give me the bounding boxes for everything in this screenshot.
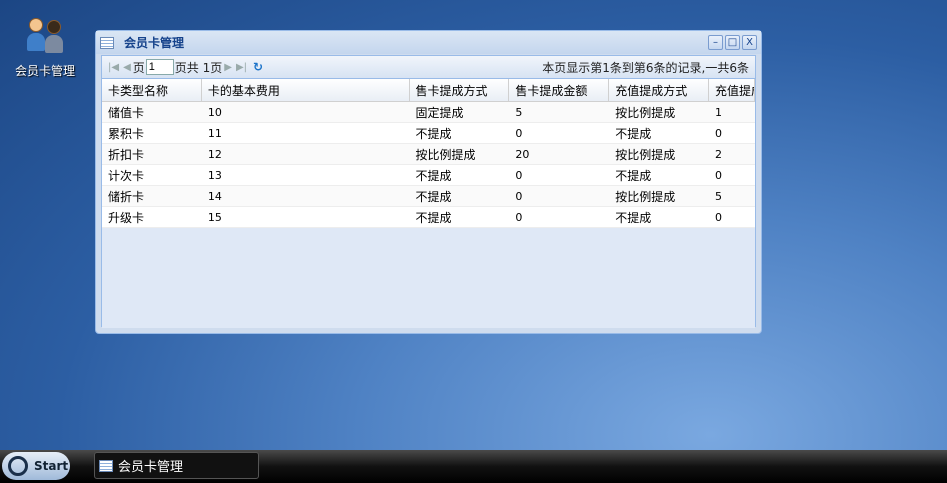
table-cell: 20 bbox=[515, 147, 530, 161]
next-page-icon[interactable]: ▶ bbox=[224, 62, 232, 73]
close-button[interactable]: X bbox=[742, 35, 757, 50]
page-number-input[interactable] bbox=[145, 59, 174, 75]
grid-empty-area bbox=[102, 228, 755, 328]
table-cell: 不提成 bbox=[415, 210, 452, 225]
member-card-window: 会员卡管理 – □ X |◀ ◀ 页 页共 1页 ▶ ▶| ↻ 本页显示第1条到… bbox=[95, 30, 762, 334]
table-cell: 折扣卡 bbox=[108, 147, 145, 162]
table-cell: 不提成 bbox=[415, 189, 452, 204]
table-cell: 不提成 bbox=[615, 210, 652, 225]
table-cell: 10 bbox=[207, 105, 222, 119]
page-label: 页 bbox=[132, 60, 145, 75]
table-cell: 0 bbox=[715, 126, 723, 140]
table-cell: 储折卡 bbox=[108, 189, 145, 204]
first-page-icon[interactable]: |◀ bbox=[108, 62, 119, 73]
desktop-icon-label: 会员卡管理 bbox=[14, 64, 75, 78]
table-cell: 按比例提成 bbox=[615, 105, 676, 120]
minimize-button[interactable]: – bbox=[708, 35, 723, 50]
table-cell: 固定提成 bbox=[415, 105, 464, 120]
table-cell: 升级卡 bbox=[108, 210, 145, 225]
table-row[interactable]: 储折卡 14 不提成 0 按比例提成 5 bbox=[102, 186, 755, 207]
start-button[interactable]: Start bbox=[2, 452, 70, 480]
task-label: 会员卡管理 bbox=[118, 460, 184, 475]
table-cell: 按比例提成 bbox=[615, 189, 676, 204]
table-row[interactable]: 计次卡 13 不提成 0 不提成 0 bbox=[102, 165, 755, 186]
column-header[interactable]: 充值提成 bbox=[709, 79, 755, 101]
column-header[interactable]: 充值提成方式 bbox=[609, 79, 710, 101]
table-cell: 14 bbox=[207, 189, 222, 203]
maximize-button[interactable]: □ bbox=[725, 35, 740, 50]
table-cell: 不提成 bbox=[415, 168, 452, 183]
table-row[interactable]: 累积卡 11 不提成 0 不提成 0 bbox=[102, 123, 755, 144]
table-cell: 按比例提成 bbox=[615, 147, 676, 162]
paging-info: 本页显示第1条到第6条的记录,一共6条 bbox=[542, 60, 749, 75]
table-cell: 计次卡 bbox=[108, 168, 145, 183]
prev-page-icon[interactable]: ◀ bbox=[123, 62, 131, 73]
table-cell: 累积卡 bbox=[108, 126, 145, 141]
table-cell: 0 bbox=[515, 210, 523, 224]
table-cell: 0 bbox=[515, 126, 523, 140]
users-icon bbox=[25, 18, 65, 58]
table-cell: 0 bbox=[515, 168, 523, 182]
table-icon bbox=[100, 36, 114, 49]
pagination-toolbar: |◀ ◀ 页 页共 1页 ▶ ▶| ↻ 本页显示第1条到第6条的记录,一共6条 bbox=[102, 56, 755, 79]
table-cell: 不提成 bbox=[615, 168, 652, 183]
last-page-icon[interactable]: ▶| bbox=[236, 62, 247, 73]
taskbar: Start 会员卡管理 bbox=[0, 450, 947, 483]
table-cell: 11 bbox=[207, 126, 222, 140]
table-row[interactable]: 升级卡 15 不提成 0 不提成 0 bbox=[102, 207, 755, 228]
refresh-icon[interactable]: ↻ bbox=[253, 60, 263, 74]
window-title: 会员卡管理 bbox=[124, 36, 185, 50]
page-total: 页共 1页 bbox=[174, 60, 223, 75]
column-header[interactable]: 售卡提成金额 bbox=[509, 79, 610, 101]
power-icon bbox=[8, 456, 28, 476]
column-header[interactable]: 售卡提成方式 bbox=[410, 79, 510, 101]
table-row[interactable]: 储值卡 10 固定提成 5 按比例提成 1 bbox=[102, 102, 755, 123]
member-card-grid: 卡类型名称 卡的基本费用 售卡提成方式 售卡提成金额 充值提成方式 充值提成 储… bbox=[102, 79, 755, 328]
window-titlebar[interactable]: 会员卡管理 – □ X bbox=[96, 31, 761, 54]
start-label: Start bbox=[34, 459, 69, 473]
table-cell: 2 bbox=[715, 147, 723, 161]
table-cell: 13 bbox=[207, 168, 222, 182]
desktop-icon-member-card[interactable]: 会员卡管理 bbox=[10, 18, 80, 79]
table-cell: 1 bbox=[715, 105, 723, 119]
table-icon bbox=[99, 459, 113, 472]
table-cell: 15 bbox=[207, 210, 222, 224]
table-cell: 0 bbox=[715, 168, 723, 182]
grid-header: 卡类型名称 卡的基本费用 售卡提成方式 售卡提成金额 充值提成方式 充值提成 bbox=[102, 79, 755, 102]
column-header[interactable]: 卡的基本费用 bbox=[202, 79, 410, 101]
table-row[interactable]: 折扣卡 12 按比例提成 20 按比例提成 2 bbox=[102, 144, 755, 165]
table-cell: 5 bbox=[515, 105, 523, 119]
table-cell: 不提成 bbox=[415, 126, 452, 141]
table-cell: 12 bbox=[207, 147, 222, 161]
column-header[interactable]: 卡类型名称 bbox=[102, 79, 202, 101]
table-cell: 0 bbox=[515, 189, 523, 203]
table-cell: 不提成 bbox=[615, 126, 652, 141]
table-cell: 5 bbox=[715, 189, 723, 203]
table-cell: 储值卡 bbox=[108, 105, 145, 120]
taskbar-item-member-card[interactable]: 会员卡管理 bbox=[94, 452, 259, 479]
table-cell: 按比例提成 bbox=[415, 147, 476, 162]
table-cell: 0 bbox=[715, 210, 723, 224]
